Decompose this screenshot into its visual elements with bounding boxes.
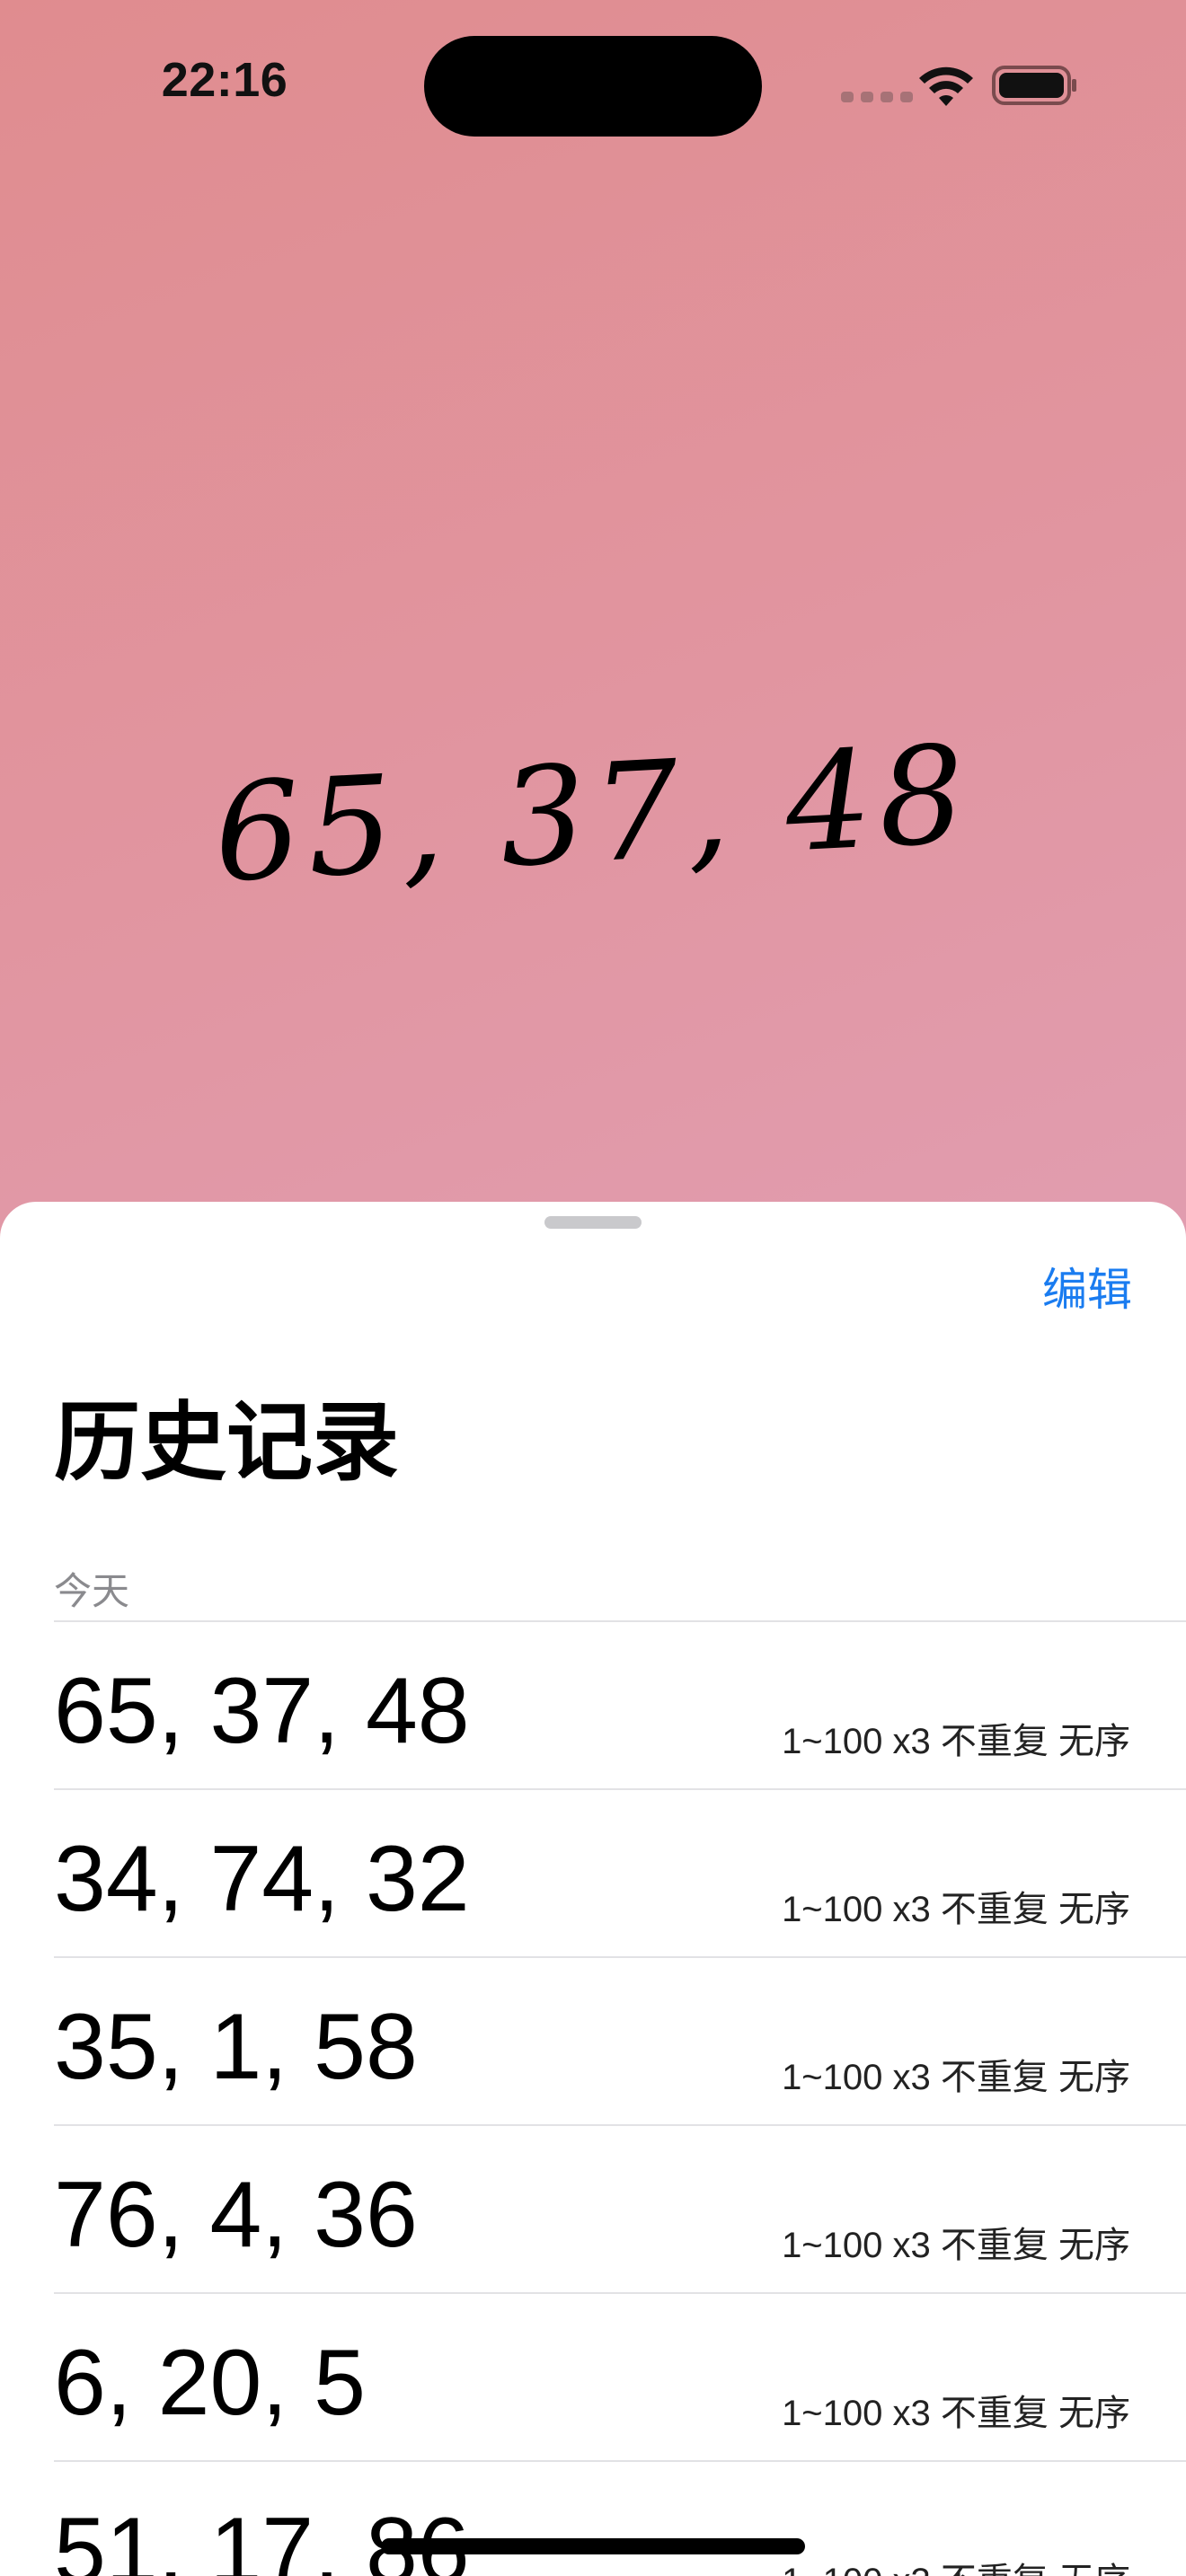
signal-dots-icon: [841, 92, 913, 102]
list-item-meta: 1~100 x3 不重复 无序: [782, 2226, 1130, 2265]
wifi-icon: [919, 66, 973, 106]
section-header-today: 今天: [54, 1570, 130, 1612]
list-item-meta: 1~100 x3 不重复 无序: [782, 1722, 1130, 1761]
gradient-background: [0, 0, 1186, 1275]
list-item-value: 65, 37, 48: [54, 1659, 470, 1763]
home-indicator[interactable]: [381, 2538, 805, 2554]
list-item[interactable]: 6, 20, 5 1~100 x3 不重复 无序: [54, 2292, 1186, 2460]
list-item-value: 76, 4, 36: [54, 2163, 418, 2267]
list-item[interactable]: 65, 37, 48 1~100 x3 不重复 无序: [54, 1620, 1186, 1788]
history-list: 65, 37, 48 1~100 x3 不重复 无序 34, 74, 32 1~…: [54, 1620, 1186, 2576]
list-item-value: 6, 20, 5: [54, 2331, 366, 2435]
list-item[interactable]: 76, 4, 36 1~100 x3 不重复 无序: [54, 2124, 1186, 2292]
battery-icon: [992, 66, 1076, 105]
list-item-meta: 1~100 x3 不重复 无序: [782, 1890, 1130, 1929]
edit-button[interactable]: 编辑: [1042, 1254, 1132, 1319]
sheet-grabber[interactable]: [544, 1216, 642, 1229]
status-time: 22:16: [161, 53, 288, 107]
list-item-meta: 1~100 x3 不重复 无序: [782, 2552, 1130, 2576]
list-item-value: 35, 1, 58: [54, 1995, 418, 2099]
sheet-title: 历史记录: [54, 1395, 399, 1491]
dynamic-island: [424, 36, 762, 137]
history-sheet: 编辑 历史记录 今天 65, 37, 48 1~100 x3 不重复 无序 34…: [0, 1202, 1186, 2576]
list-item[interactable]: 34, 74, 32 1~100 x3 不重复 无序: [54, 1788, 1186, 1956]
list-item-meta: 1~100 x3 不重复 无序: [782, 2058, 1130, 2097]
list-item-meta: 1~100 x3 不重复 无序: [782, 2394, 1130, 2433]
list-item[interactable]: 35, 1, 58 1~100 x3 不重复 无序: [54, 1956, 1186, 2124]
list-item-value: 34, 74, 32: [54, 1827, 470, 1931]
list-item[interactable]: 51, 17, 86 1~100 x3 不重复 无序: [54, 2460, 1186, 2576]
list-item-value: 51, 17, 86: [54, 2499, 470, 2576]
